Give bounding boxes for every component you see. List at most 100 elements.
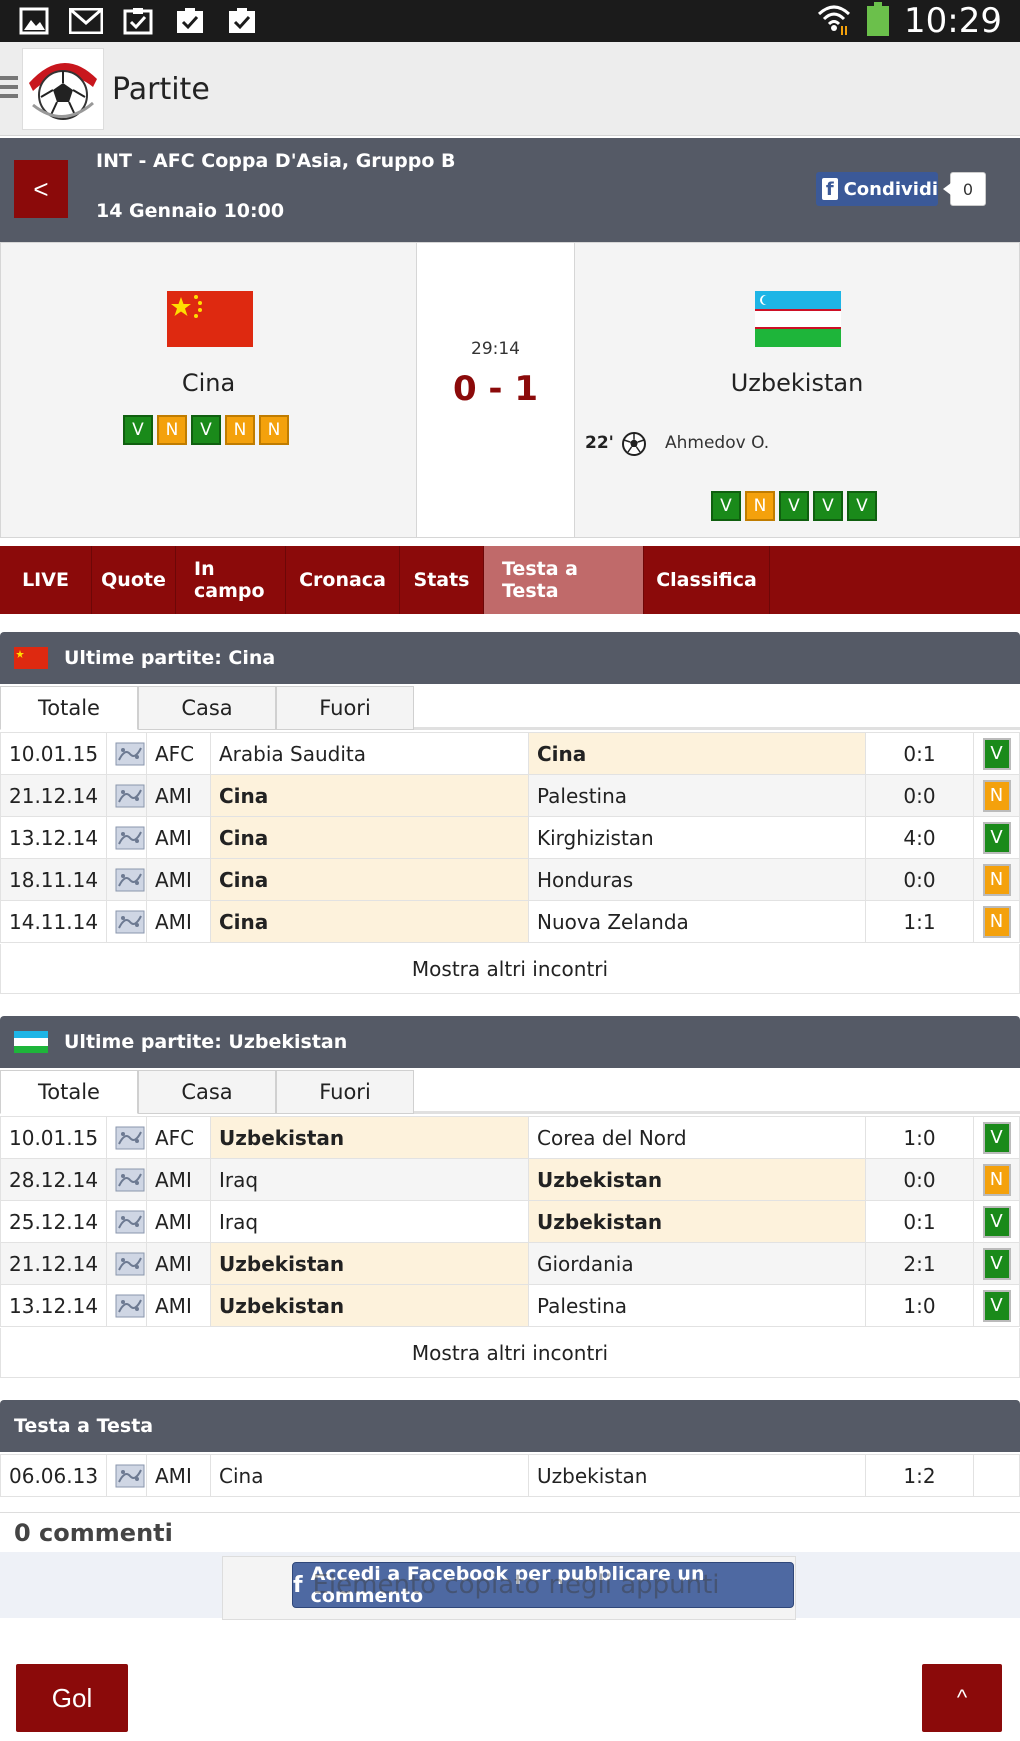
home-team-cell: Cina [210,1454,529,1497]
result-cell: V [973,1116,1020,1159]
form-result-badge: N [225,415,255,445]
result-cell: V [973,816,1020,859]
action-bar: Partite [0,42,1020,136]
form-result-badge: N [259,415,289,445]
home-team-cell: Cina [210,816,529,859]
away-form: VNVVV [711,491,877,521]
result-badge: V [982,1289,1011,1322]
tab-fuori[interactable]: Fuori [276,1070,414,1114]
competition-icon [106,858,147,901]
score-cell: 1:0 [865,1116,974,1159]
gallery-icon [16,6,52,36]
match-date: 13.12.14 [0,1284,107,1327]
facebook-login-label: Accedi a Facebook per pubblicare un comm… [310,1563,705,1607]
tab-fuori[interactable]: Fuori [276,686,414,730]
table-row[interactable]: 21.12.14 AMI Uzbekistan Giordania 2:1 V [0,1242,1020,1285]
app-logo[interactable] [22,48,104,130]
status-bar: 10:29 [0,0,1020,42]
battery-icon [866,2,890,40]
match-date: 14.11.14 [0,900,107,943]
gmail-icon [68,6,104,36]
tab-cronaca[interactable]: Cronaca [286,546,400,614]
match-clock: 29:14 [471,339,520,359]
score-cell: 2:1 [865,1242,974,1285]
result-badge: N [982,779,1011,812]
tab-totale[interactable]: Totale [0,1070,138,1114]
table-row[interactable]: 13.12.14 AMI Uzbekistan Palestina 1:0 V [0,1284,1020,1327]
competition-icon [106,816,147,859]
table-row[interactable]: 10.01.15 AFC Uzbekistan Corea del Nord 1:0 V [0,1116,1020,1159]
back-button[interactable]: < [14,160,68,218]
result-badge: V [982,1247,1011,1280]
home-team[interactable]: Cina VNVNN [1,243,417,537]
goal-minute: 22' [585,433,614,453]
table-row[interactable]: 10.01.15 AFC Arabia Saudita Cina 0:1 V [0,732,1020,775]
result-badge: N [982,905,1011,938]
gol-button[interactable]: Gol [16,1664,128,1732]
tab-stats[interactable]: Stats [400,546,484,614]
away-last-header: Ultime partite: Uzbekistan [0,1016,1020,1068]
score-cell: 1:1 [865,900,974,943]
table-row[interactable]: 13.12.14 AMI Cina Kirghizistan 4:0 V [0,816,1020,859]
form-result-badge: N [157,415,187,445]
away-team-cell: Kirghizistan [528,816,866,859]
share-count: 0 [943,172,986,206]
competition-icon [106,732,147,775]
h2h-header: Testa a Testa [0,1400,1020,1452]
competition-icon [106,1116,147,1159]
facebook-icon: f [822,178,838,200]
table-row[interactable]: 06.06.13 AMI Cina Uzbekistan 1:2 [0,1454,1020,1497]
result-badge: N [982,1163,1011,1196]
h2h-table: 06.06.13 AMI Cina Uzbekistan 1:2 [0,1454,1020,1497]
tab-totale[interactable]: Totale [0,686,138,730]
facebook-login-button[interactable]: f Accedi a Facebook per pubblicare un co… [292,1562,794,1608]
home-show-more[interactable]: Mostra altri incontri [0,944,1020,994]
form-result-badge: V [779,491,809,521]
competition-icon [106,1284,147,1327]
competition-name: INT - AFC Coppa D'Asia, Gruppo B [96,150,456,172]
competition-code: AMI [146,1158,211,1201]
away-team-cell: Uzbekistan [528,1158,866,1201]
home-form: VNVNN [123,415,289,445]
menu-icon[interactable] [0,76,18,102]
away-team[interactable]: Uzbekistan 22' Ahmedov O. VNVVV [575,243,1019,537]
table-row[interactable]: 25.12.14 AMI Iraq Uzbekistan 0:1 V [0,1200,1020,1243]
home-team-cell: Cina [210,774,529,817]
table-row[interactable]: 21.12.14 AMI Cina Palestina 0:0 N [0,774,1020,817]
table-row[interactable]: 18.11.14 AMI Cina Honduras 0:0 N [0,858,1020,901]
home-team-cell: Iraq [210,1200,529,1243]
tab-casa[interactable]: Casa [138,686,276,730]
home-team-cell: Uzbekistan [210,1284,529,1327]
match-date: 06.06.13 [0,1454,107,1497]
tab-quote[interactable]: Quote [92,546,176,614]
home-team-cell: Arabia Saudita [210,732,529,775]
tab-classifica[interactable]: Classifica [644,546,770,614]
match-date: 21.12.14 [0,774,107,817]
away-team-cell: Giordania [528,1242,866,1285]
result-badge: V [982,1205,1011,1238]
form-result-badge: V [123,415,153,445]
result-cell: N [973,858,1020,901]
competition-icon [106,1158,147,1201]
score-cell: 0:1 [865,1200,974,1243]
table-row[interactable]: 14.11.14 AMI Cina Nuova Zelanda 1:1 N [0,900,1020,943]
table-row[interactable]: 28.12.14 AMI Iraq Uzbekistan 0:0 N [0,1158,1020,1201]
away-show-more[interactable]: Mostra altri incontri [0,1328,1020,1378]
home-team-name: Cina [181,369,236,397]
result-cell [973,1454,1020,1497]
result-badge: V [982,1121,1011,1154]
match-date: 10.01.15 [0,732,107,775]
tab-casa[interactable]: Casa [138,1070,276,1114]
facebook-share-button[interactable]: f Condividi [816,172,938,206]
score-cell: 1:0 [865,1284,974,1327]
home-last-table: 10.01.15 AFC Arabia Saudita Cina 0:1 V 21.12.1… [0,732,1020,943]
competition-code: AFC [146,732,211,775]
scroll-top-button[interactable]: ^ [922,1664,1002,1732]
competition-code: AMI [146,774,211,817]
away-filter-tabs: Totale Casa Fuori [0,1070,1020,1114]
tab-in-campo[interactable]: In campo [176,546,286,614]
away-team-cell: Cina [528,732,866,775]
tab-live[interactable]: LIVE [0,546,92,614]
tab-testa-a-testa[interactable]: Testa a Testa [484,546,644,614]
home-last-header: Ultime partite: Cina [0,632,1020,684]
